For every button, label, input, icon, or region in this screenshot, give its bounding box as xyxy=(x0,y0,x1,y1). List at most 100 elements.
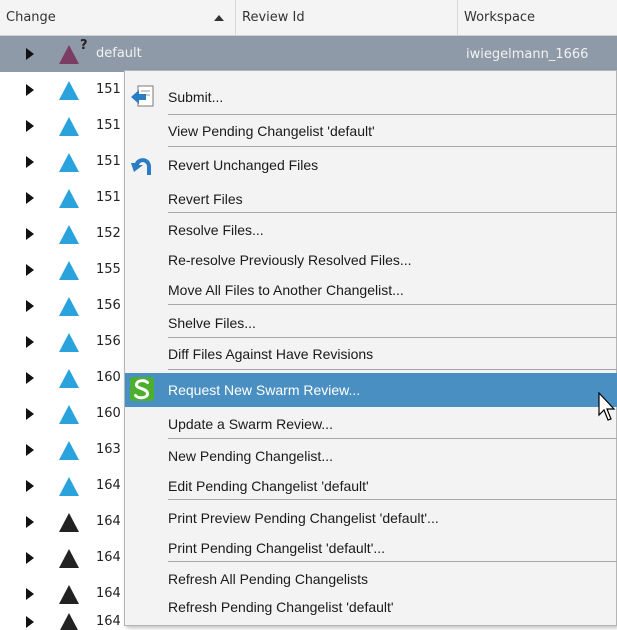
expand-arrow-icon[interactable] xyxy=(26,336,34,348)
menu-item-label: Edit Pending Changelist 'default' xyxy=(168,478,369,494)
menu-item-revert-files[interactable]: Revert Files xyxy=(125,184,617,214)
expand-arrow-icon[interactable] xyxy=(26,192,34,204)
menu-separator xyxy=(168,114,617,115)
column-header-change-label: Change xyxy=(6,10,56,25)
change-cell: 156 xyxy=(96,298,121,313)
expand-arrow-icon[interactable] xyxy=(26,228,34,240)
expand-arrow-icon[interactable] xyxy=(26,372,34,384)
menu-item-move-files[interactable]: Move All Files to Another Changelist... xyxy=(125,275,617,305)
expand-arrow-icon[interactable] xyxy=(26,120,34,132)
expand-arrow-icon[interactable] xyxy=(26,48,34,60)
menu-item-label: Refresh All Pending Changelists xyxy=(168,571,369,587)
menu-item-label: Print Preview Pending Changelist 'defaul… xyxy=(168,510,439,526)
pending-changelist-icon xyxy=(59,225,79,244)
pending-changelist-icon xyxy=(59,261,79,280)
menu-item-label: View Pending Changelist 'default' xyxy=(168,123,375,139)
change-cell: 152 xyxy=(96,226,121,241)
menu-item-label: Diff Files Against Have Revisions xyxy=(168,346,374,362)
menu-item-view-pending-changelist[interactable]: View Pending Changelist 'default' xyxy=(125,116,617,146)
menu-item-label: Revert Files xyxy=(168,191,243,207)
menu-separator xyxy=(168,499,617,500)
menu-item-label: Shelve Files... xyxy=(168,315,256,331)
expand-arrow-icon[interactable] xyxy=(26,444,34,456)
context-menu: Submit... View Pending Changelist 'defau… xyxy=(124,70,617,626)
change-cell: 163 xyxy=(96,442,121,457)
workspace-cell: iwiegelmann_1666 xyxy=(466,47,589,62)
column-header-review-id[interactable]: Review Id xyxy=(236,0,458,36)
column-header-workspace-label: Workspace xyxy=(464,10,536,25)
expand-arrow-icon[interactable] xyxy=(26,480,34,492)
menu-separator xyxy=(168,369,617,370)
column-header-review-id-label: Review Id xyxy=(242,10,305,25)
menu-item-label: Update a Swarm Review... xyxy=(168,416,333,432)
menu-item-label: Re-resolve Previously Resolved Files... xyxy=(168,252,412,268)
expand-arrow-icon[interactable] xyxy=(26,516,34,528)
menu-separator xyxy=(168,561,617,562)
menu-item-submit[interactable]: Submit... xyxy=(125,82,617,112)
change-cell: 164 xyxy=(96,514,121,529)
menu-item-label: Revert Unchanged Files xyxy=(168,157,319,173)
menu-item-label: New Pending Changelist... xyxy=(168,448,333,464)
menu-item-shelve-files[interactable]: Shelve Files... xyxy=(125,308,617,338)
pending-changelist-icon xyxy=(59,117,79,136)
menu-item-update-swarm-review[interactable]: Update a Swarm Review... xyxy=(125,409,617,439)
pending-changelist-icon xyxy=(59,477,79,496)
other-user-changelist-icon xyxy=(59,613,79,630)
revert-icon xyxy=(131,158,151,175)
submit-icon xyxy=(131,85,154,107)
pending-changelist-icon xyxy=(59,81,79,100)
expand-arrow-icon[interactable] xyxy=(26,84,34,96)
menu-item-refresh-all[interactable]: Refresh All Pending Changelists xyxy=(125,564,617,594)
swarm-icon xyxy=(130,377,154,401)
other-user-changelist-icon xyxy=(59,549,79,568)
mouse-cursor-icon xyxy=(598,392,616,421)
menu-item-resolve-files[interactable]: Resolve Files... xyxy=(125,215,617,245)
table-header: Change Review Id Workspace xyxy=(0,0,617,36)
expand-arrow-icon[interactable] xyxy=(26,408,34,420)
table-row-selected[interactable]: ? default iwiegelmann_1666 xyxy=(0,36,617,72)
expand-arrow-icon[interactable] xyxy=(26,588,34,600)
expand-arrow-icon[interactable] xyxy=(26,264,34,276)
menu-item-refresh-default[interactable]: Refresh Pending Changelist 'default' xyxy=(125,592,617,622)
menu-item-revert-unchanged[interactable]: Revert Unchanged Files xyxy=(125,150,617,180)
pending-changelist-icon xyxy=(59,297,79,316)
change-cell: 160 xyxy=(96,406,121,421)
pending-changelist-icon xyxy=(59,441,79,460)
change-cell: 160 xyxy=(96,370,121,385)
expand-arrow-icon[interactable] xyxy=(26,300,34,312)
change-cell: 151 xyxy=(96,190,121,205)
menu-item-edit-pending-changelist[interactable]: Edit Pending Changelist 'default' xyxy=(125,471,617,501)
menu-item-re-resolve[interactable]: Re-resolve Previously Resolved Files... xyxy=(125,245,617,275)
menu-item-print-preview[interactable]: Print Preview Pending Changelist 'defaul… xyxy=(125,503,617,533)
column-header-change[interactable]: Change xyxy=(0,0,236,36)
menu-item-label: Refresh Pending Changelist 'default' xyxy=(168,599,394,615)
other-user-changelist-icon xyxy=(59,513,79,532)
change-cell: 151 xyxy=(96,154,121,169)
change-cell: 164 xyxy=(96,614,121,629)
expand-arrow-icon[interactable] xyxy=(26,156,34,168)
change-cell: default xyxy=(96,46,142,61)
menu-item-label: Request New Swarm Review... xyxy=(168,382,361,398)
pending-changelist-icon xyxy=(59,405,79,424)
menu-item-label: Move All Files to Another Changelist... xyxy=(168,282,404,298)
change-cell: 164 xyxy=(96,478,121,493)
pending-changelist-icon xyxy=(59,369,79,388)
menu-item-request-swarm-review[interactable]: Request New Swarm Review... xyxy=(125,373,617,407)
pending-changelist-icon xyxy=(59,333,79,352)
menu-item-print[interactable]: Print Pending Changelist 'default'... xyxy=(125,533,617,563)
menu-item-diff-files[interactable]: Diff Files Against Have Revisions xyxy=(125,339,617,369)
pending-changelist-icon xyxy=(59,189,79,208)
menu-separator xyxy=(168,337,617,338)
column-header-workspace[interactable]: Workspace xyxy=(458,0,617,36)
expand-arrow-icon[interactable] xyxy=(26,616,34,628)
other-user-changelist-icon xyxy=(59,585,79,604)
pending-changelist-icon xyxy=(59,153,79,172)
unknown-status-icon: ? xyxy=(80,38,88,53)
menu-item-new-pending-changelist[interactable]: New Pending Changelist... xyxy=(125,441,617,471)
menu-item-label: Submit... xyxy=(168,89,224,105)
expand-arrow-icon[interactable] xyxy=(26,552,34,564)
change-cell: 156 xyxy=(96,334,121,349)
change-cell: 151 xyxy=(96,82,121,97)
change-cell: 155 xyxy=(96,262,121,277)
change-cell: 164 xyxy=(96,550,121,565)
